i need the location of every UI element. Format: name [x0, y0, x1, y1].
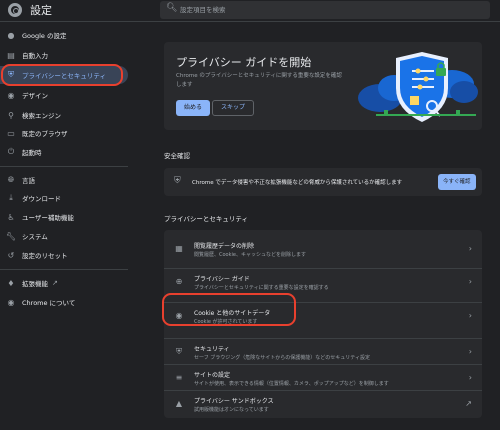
external-link-icon: ↗ — [465, 399, 472, 408]
sidebar-item-label: ダウンロード — [22, 195, 61, 203]
search-icon: ⚲ — [8, 110, 14, 120]
chevron-right-icon: › — [468, 277, 472, 286]
row-clear-browsing-data[interactable]: ▦ 閲覧履歴データの削除 閲覧履歴、Cookie、キャッシュなどを削除します › — [164, 236, 482, 262]
row-subtitle: 閲覧履歴、Cookie、キャッシュなどを削除します — [194, 252, 306, 258]
page-title: 設定 — [30, 4, 52, 17]
reset-icon: ↺ — [7, 250, 15, 260]
sidebar-item-label: 自動入力 — [22, 52, 48, 60]
sidebar-item-extensions[interactable]: ♦ 拡張機能 ↗ — [0, 274, 128, 292]
safety-check-heading: 安全確認 — [164, 152, 190, 160]
row-subtitle: サイトが使用、表示できる情報（位置情報、カメラ、ポップアップなど）を制御します — [194, 381, 389, 387]
sidebar-divider — [0, 269, 128, 270]
shield-icon: ⛨ — [176, 347, 182, 356]
chevron-right-icon: › — [468, 311, 472, 320]
sidebar-item-downloads[interactable]: ⤓ ダウンロード — [0, 189, 128, 207]
sidebar-item-default-browser[interactable]: ▭ 既定のブラウザ — [0, 124, 128, 142]
sidebar: ● Google の設定 ▤ 自動入力 ⛨ プライバシーとセキュリティ ◉ デザ… — [0, 22, 130, 430]
power-icon: ⏻ — [7, 147, 15, 156]
sidebar-divider — [0, 166, 128, 167]
privacy-guide-illustration — [358, 52, 478, 122]
trash-icon: ▦ — [175, 244, 183, 253]
palette-icon: ◉ — [7, 90, 15, 100]
sidebar-item-label: システム — [22, 233, 48, 241]
sidebar-item-google[interactable]: ● Google の設定 — [0, 26, 128, 44]
chrome-icon — [8, 3, 22, 17]
sidebar-item-system[interactable]: 🔧︎ システム — [0, 227, 128, 245]
start-button[interactable]: 始める — [176, 100, 211, 116]
row-title: 閲覧履歴データの削除 — [194, 243, 255, 250]
top-bar: 設定 🔍︎ — [0, 0, 500, 22]
privacy-guide-description: Chrome のプライバシーとセキュリティに関する重要な設定を確認します — [176, 73, 342, 88]
sidebar-item-label: 言語 — [22, 177, 35, 185]
sidebar-item-autofill[interactable]: ▤ 自動入力 — [0, 46, 128, 64]
sidebar-item-label: 設定のリセット — [22, 252, 68, 260]
privacy-guide-card: プライバシー ガイドを開始 Chrome のプライバシーとセキュリティに関する重… — [164, 42, 482, 130]
accessibility-icon: ♿ — [7, 212, 15, 222]
skip-button[interactable]: スキップ — [212, 100, 255, 116]
row-site-settings[interactable]: ≡ サイトの設定 サイトが使用、表示できる情報（位置情報、カメラ、ポップアップな… — [164, 364, 482, 390]
chevron-right-icon: › — [468, 244, 472, 253]
shield-icon: ⛨ — [8, 70, 14, 79]
row-subtitle: セーフ ブラウジング（危険なサイトからの保護機能）などのセキュリティ設定 — [194, 355, 370, 361]
row-subtitle: Cookie が許可されています — [194, 319, 258, 325]
search-input[interactable] — [180, 1, 480, 19]
safety-check-text: Chrome でデータ侵害や不正な拡張機能などの脅威から保護されているか確認しま… — [192, 180, 403, 186]
row-cookies[interactable]: ◉ Cookie と他のサイトデータ Cookie が許可されています › — [164, 302, 482, 328]
row-title: セキュリティ — [194, 346, 230, 353]
privacy-guide-title: プライバシー ガイドを開始 — [176, 56, 312, 69]
sidebar-item-label: Chrome について — [22, 299, 76, 307]
puzzle-icon: ♦ — [7, 278, 15, 288]
sidebar-item-label: 拡張機能 — [22, 280, 48, 288]
row-privacy-sandbox[interactable]: ▲ プライバシー サンドボックス 試用版機能はオンになっています ↗ — [164, 390, 482, 416]
sidebar-item-label: 既定のブラウザ — [22, 130, 68, 138]
chevron-right-icon: › — [468, 347, 472, 356]
sidebar-item-about[interactable]: ◉ Chrome について — [0, 293, 128, 311]
wrench-icon: 🔧︎ — [5, 231, 17, 241]
sidebar-item-languages[interactable]: 🌐︎ 言語 — [0, 171, 128, 189]
sliders-icon: ≡ — [175, 373, 183, 382]
globe-icon: 🌐︎ — [7, 175, 15, 184]
check-now-button[interactable]: 今すぐ確認 — [438, 174, 476, 190]
privacy-settings-list: ▦ 閲覧履歴データの削除 閲覧履歴、Cookie、キャッシュなどを削除します ›… — [164, 230, 482, 418]
row-title: プライバシー ガイド — [194, 276, 250, 283]
row-title: プライバシー サンドボックス — [194, 398, 274, 405]
google-icon: ● — [7, 30, 15, 40]
cookie-icon: ◉ — [175, 311, 183, 320]
row-subtitle: 試用版機能はオンになっています — [194, 407, 269, 413]
sidebar-item-label: デザイン — [22, 92, 48, 100]
sidebar-item-privacy[interactable]: ⛨ プライバシーとセキュリティ — [0, 66, 128, 84]
row-privacy-guide[interactable]: ⊕ プライバシー ガイド プライバシーとセキュリティに関する重要な設定を確認する… — [164, 268, 482, 294]
safety-check-card: ⛨ Chrome でデータ侵害や不正な拡張機能などの脅威から保護されているか確認… — [164, 168, 482, 196]
chevron-right-icon: › — [468, 373, 472, 382]
sidebar-item-appearance[interactable]: ◉ デザイン — [0, 86, 128, 104]
clipboard-icon: ▤ — [7, 50, 15, 60]
browser-icon: ▭ — [7, 128, 15, 138]
row-security[interactable]: ⛨ セキュリティ セーフ ブラウジング（危険なサイトからの保護機能）などのセキュ… — [164, 338, 482, 364]
sidebar-item-search-engine[interactable]: ⚲ 検索エンジン — [0, 106, 128, 124]
sidebar-item-label: 起動時 — [22, 149, 42, 157]
external-link-icon: ↗ — [52, 279, 58, 287]
row-title: サイトの設定 — [194, 372, 231, 379]
chrome-icon: ◉ — [7, 297, 15, 307]
download-icon: ⤓ — [9, 193, 13, 202]
shield-check-icon: ⛨ — [174, 176, 181, 186]
sidebar-item-accessibility[interactable]: ♿ ユーザー補助機能 — [0, 208, 128, 226]
sidebar-item-reset[interactable]: ↺ 設定のリセット — [0, 246, 128, 264]
sidebar-item-label: 検索エンジン — [22, 112, 61, 120]
flask-icon: ▲ — [175, 399, 183, 408]
row-subtitle: プライバシーとセキュリティに関する重要な設定を確認する — [194, 285, 329, 291]
sidebar-item-on-startup[interactable]: ⏻ 起動時 — [0, 143, 128, 161]
privacy-security-heading: プライバシーとセキュリティ — [164, 215, 248, 223]
row-title: Cookie と他のサイトデータ — [194, 310, 271, 317]
search-box[interactable]: 🔍︎ — [160, 1, 490, 19]
search-icon: 🔍︎ — [166, 3, 178, 13]
sidebar-item-label: ユーザー補助機能 — [22, 214, 74, 222]
sidebar-item-label: Google の設定 — [22, 32, 67, 40]
plus-circle-icon: ⊕ — [175, 277, 183, 286]
sidebar-item-label: プライバシーとセキュリティ — [22, 72, 106, 80]
